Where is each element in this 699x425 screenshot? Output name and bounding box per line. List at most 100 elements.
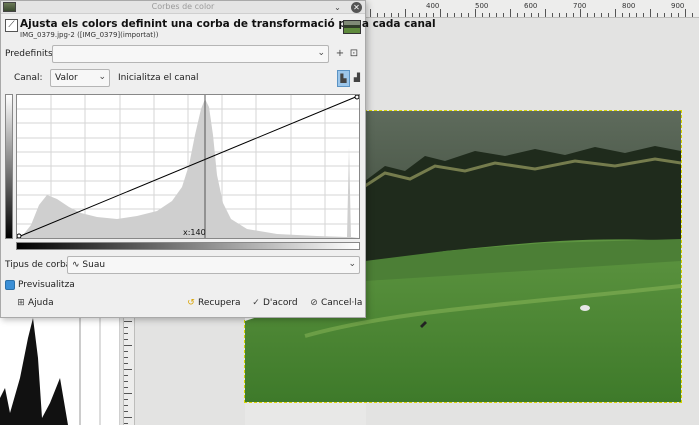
curve-point-start <box>17 233 22 238</box>
dialog-titlebar[interactable]: Corbes de color ⌄ ✕ <box>1 1 365 14</box>
curves-dialog: Corbes de color ⌄ ✕ ⟋ Ajusta els colors … <box>0 0 436 318</box>
ruler-tick <box>124 381 128 382</box>
vertical-ruler <box>123 318 135 425</box>
ruler-tick <box>433 13 434 17</box>
ruler-tick <box>685 9 686 17</box>
plus-icon[interactable]: + <box>334 48 346 60</box>
ruler-tick <box>426 13 427 17</box>
ok-button[interactable]: ✓ D'acord <box>251 298 298 312</box>
ruler-tick <box>440 9 441 17</box>
preview-label[interactable]: Previsualitza <box>18 280 75 290</box>
ruler-tick <box>124 369 132 370</box>
chevron-down-icon: ⌄ <box>348 259 356 269</box>
ruler-tick <box>636 13 637 17</box>
ruler-tick <box>496 13 497 17</box>
ruler-label: 900 <box>671 2 685 10</box>
preview-checkbox[interactable] <box>5 280 15 290</box>
ruler-tick <box>124 327 128 328</box>
ruler-tick <box>124 393 132 394</box>
ruler-tick <box>475 9 476 17</box>
ruler-tick <box>124 387 128 388</box>
ruler-tick <box>545 9 546 17</box>
cancel-button[interactable]: ⊘ Cancel·la <box>309 298 362 312</box>
ruler-tick <box>124 405 128 406</box>
ruler-tick <box>678 13 679 17</box>
curve-type-combo[interactable]: ∿ Suau ⌄ <box>67 256 360 274</box>
chevron-down-icon: ⌄ <box>98 72 106 82</box>
ruler-tick <box>580 9 581 17</box>
ruler-tick <box>587 13 588 17</box>
ruler-tick <box>124 339 128 340</box>
linear-histogram-icon[interactable]: ▙ <box>337 70 350 87</box>
header-subtitle: IMG_0379.jpg-2 ([IMG_0379](importat)) <box>20 31 159 39</box>
ruler-tick <box>398 13 399 17</box>
ruler-tick <box>594 13 595 17</box>
ok-label: D'acord <box>263 298 298 308</box>
window-title: Corbes de color <box>151 2 215 11</box>
ruler-tick <box>671 13 672 17</box>
ruler-tick <box>124 423 128 424</box>
ruler-tick <box>538 13 539 17</box>
dialog-header: ⟋ Ajusta els colors definint una corba d… <box>5 17 436 41</box>
ruler-tick <box>517 13 518 17</box>
presets-combo[interactable]: ⌄ <box>52 45 329 63</box>
ruler-tick <box>566 13 567 17</box>
ruler-label: 500 <box>475 2 489 10</box>
channel-value: Valor <box>55 73 78 83</box>
ruler-tick <box>124 357 128 358</box>
curve-graph[interactable] <box>16 94 360 239</box>
ruler-tick <box>124 417 132 418</box>
ruler-tick <box>657 13 658 17</box>
channel-label: Canal: <box>14 73 43 83</box>
check-icon: ✓ <box>252 298 260 308</box>
ruler-tick <box>124 321 132 322</box>
ruler-tick <box>461 13 462 17</box>
ruler-tick <box>601 13 602 17</box>
help-label: Ajuda <box>28 298 54 308</box>
cancel-label: Cancel·la <box>321 298 363 308</box>
ruler-label: 400 <box>426 2 440 10</box>
help-button[interactable]: ⊞ Ajuda <box>16 298 54 312</box>
output-gradient-bar <box>5 94 13 239</box>
ruler-tick <box>692 13 693 17</box>
minimize-icon[interactable]: ⌄ <box>332 2 343 13</box>
ruler-tick <box>503 13 504 17</box>
reset-button[interactable]: ↺ Recupera <box>186 298 240 312</box>
menu-icon[interactable]: ⊡ <box>348 48 360 60</box>
cancel-icon: ⊘ <box>310 298 318 308</box>
presets-label: Predefinits: <box>5 49 56 59</box>
chevron-down-icon: ⌄ <box>317 48 325 58</box>
ruler-tick <box>124 399 128 400</box>
header-title: Ajusta els colors definint una corba de … <box>20 18 436 30</box>
curve-type-text: Suau <box>82 260 106 270</box>
smooth-curve-icon: ∿ <box>72 260 83 270</box>
ruler-tick <box>412 13 413 17</box>
horizontal-ruler: 400 500 600 700 800 900 <box>366 0 699 18</box>
ruler-label: 800 <box>622 2 636 10</box>
help-icon: ⊞ <box>17 298 25 308</box>
ruler-tick <box>124 351 128 352</box>
ruler-tick <box>124 375 128 376</box>
ruler-tick <box>370 9 371 17</box>
ruler-tick <box>531 13 532 17</box>
log-histogram-icon[interactable]: ▟ <box>351 72 363 84</box>
ruler-tick <box>629 13 630 17</box>
ruler-tick <box>454 13 455 17</box>
ruler-tick <box>552 13 553 17</box>
curve-x-readout: x:140 <box>183 228 206 237</box>
ruler-tick <box>384 13 385 17</box>
ruler-tick <box>124 345 132 346</box>
ruler-tick <box>643 13 644 17</box>
image-thumbnail <box>343 20 361 34</box>
curve-type-label: Tipus de corba: <box>5 260 75 270</box>
reset-icon: ↺ <box>187 298 195 308</box>
ruler-tick <box>664 13 665 17</box>
ruler-tick <box>622 13 623 17</box>
ruler-tick <box>482 13 483 17</box>
ruler-tick <box>405 9 406 17</box>
reset-channel-button[interactable]: Inicialitza el canal <box>118 73 199 83</box>
channel-combo[interactable]: Valor ⌄ <box>50 69 110 87</box>
input-gradient-bar <box>16 242 360 250</box>
ruler-label: 600 <box>524 2 538 10</box>
close-icon[interactable]: ✕ <box>351 2 362 13</box>
